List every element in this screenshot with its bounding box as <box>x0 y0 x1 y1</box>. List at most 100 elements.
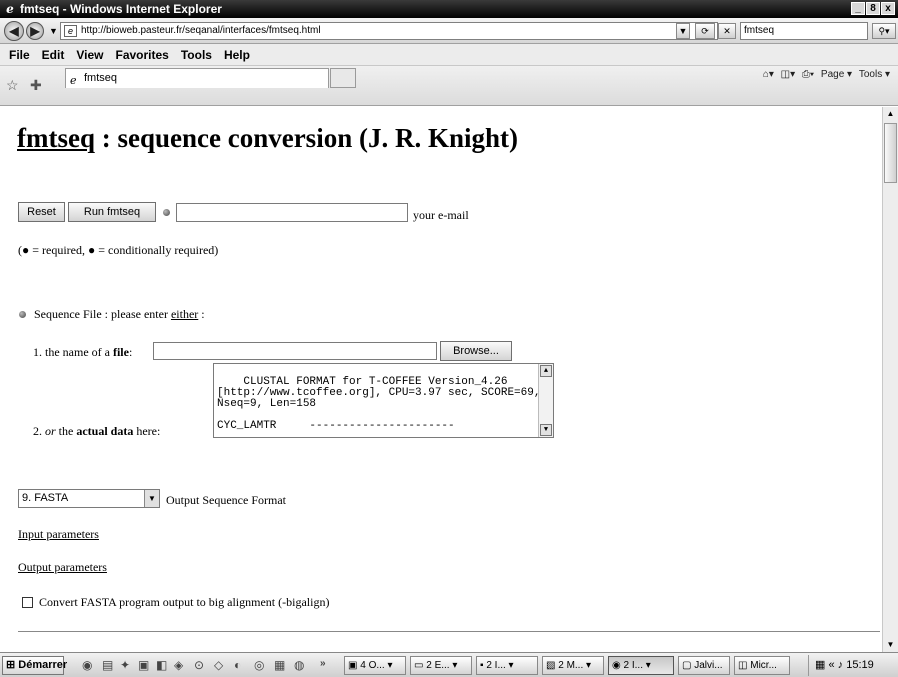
windows-logo-icon: ⊞ <box>6 659 16 671</box>
print-icon[interactable]: ⎙▾ <box>802 69 814 80</box>
fmtseq-title-link[interactable]: fmtseq <box>17 123 95 153</box>
data-item-num: 2. <box>33 424 45 438</box>
sequence-data-textarea[interactable]: CLUSTAL FORMAT for T-COFFEE Version_4.26… <box>213 363 554 438</box>
close-button[interactable]: x <box>881 2 895 15</box>
output-parameters-link[interactable]: Output parameters <box>18 560 107 575</box>
scroll-up-icon[interactable]: ▲ <box>883 107 898 121</box>
quicklaunch-app5-icon[interactable]: ◇ <box>214 658 223 672</box>
textarea-text: CLUSTAL FORMAT for T-COFFEE Version_4.26… <box>217 376 541 432</box>
new-tab-button[interactable] <box>330 68 356 88</box>
email-label: your e-mail <box>413 208 469 222</box>
language-icon[interactable]: ▦ <box>815 659 825 671</box>
data-item-suffix: here: <box>133 424 161 438</box>
quicklaunch-ie-icon[interactable]: ◉ <box>82 658 92 672</box>
task-ie[interactable]: ◉ 2 I... ▾ <box>608 656 674 675</box>
quicklaunch-app3-icon[interactable]: ◈ <box>174 658 183 672</box>
file-input[interactable] <box>153 342 437 360</box>
address-dropdown-icon[interactable]: ▼ <box>676 23 690 39</box>
data-item-label: 2. or the actual data here: <box>33 424 160 439</box>
forward-button[interactable]: ▶ <box>26 22 44 40</box>
quicklaunch-doc-icon[interactable]: ▤ <box>102 658 113 672</box>
tab-ie-icon: e <box>70 74 77 87</box>
bigalign-checkbox[interactable] <box>22 597 33 608</box>
start-button[interactable]: ⊞ Démarrer <box>2 656 67 675</box>
maximize-button[interactable]: 8 <box>866 2 880 15</box>
menu-bar: File Edit View Favorites Tools Help <box>0 44 898 66</box>
search-input[interactable]: fmtseq <box>740 22 868 40</box>
page-icon: e <box>64 25 77 37</box>
menu-favorites[interactable]: Favorites <box>109 48 174 62</box>
stop-icon[interactable]: ✕ <box>718 23 736 39</box>
bigalign-label: Convert FASTA program output to big alig… <box>39 595 330 609</box>
menu-view[interactable]: View <box>70 48 109 62</box>
data-item-mid: the <box>55 424 77 438</box>
either-link[interactable]: either <box>171 307 198 321</box>
task-microsoft[interactable]: ◫ Micr... <box>734 656 790 675</box>
email-input[interactable] <box>176 203 408 222</box>
menu-tools[interactable]: Tools <box>175 48 218 62</box>
textarea-scroll-down-icon[interactable]: ▼ <box>540 424 552 436</box>
quicklaunch-app7-icon[interactable]: ◎ <box>254 658 264 672</box>
output-format-value: 9. FASTA <box>22 492 69 504</box>
required-legend: (● = required, ● = conditionally require… <box>18 243 219 257</box>
task-explorer[interactable]: ▭ 2 E... ▾ <box>410 656 472 675</box>
input-parameters-link[interactable]: Input parameters <box>18 527 99 542</box>
home-icon[interactable]: ⌂▾ <box>763 69 774 80</box>
back-button[interactable]: ◀ <box>4 21 24 41</box>
add-favorites-icon[interactable]: ✚ <box>30 77 42 94</box>
file-item-suffix: : <box>128 345 133 359</box>
volume-icon[interactable]: ♪ <box>838 659 844 671</box>
run-fmtseq-button[interactable]: Run fmtseq <box>68 202 156 222</box>
menu-help[interactable]: Help <box>218 48 256 62</box>
task-cmd[interactable]: ▪ 2 I... ▾ <box>476 656 538 675</box>
task-label: 4 O... <box>360 660 385 671</box>
output-format-select[interactable]: 9. FASTA ▼ <box>18 489 160 508</box>
quicklaunch-app8-icon[interactable]: ▦ <box>274 658 285 672</box>
taskbar: ⊞ Démarrer ◉ ▤ ✦ ▣ ◧ ◈ ⊙ ◇ ◐ ◎ ▦ ◍ » ▣ 4… <box>0 652 898 677</box>
task-label: 2 I... <box>623 660 643 671</box>
quicklaunch-app9-icon[interactable]: ◍ <box>294 658 304 672</box>
tab-command-bar: ☆ ✚ e fmtseq ⌂▾ ◫▾ ⎙▾ Page ▾ Tools ▾ <box>0 66 898 106</box>
quicklaunch-app2-icon[interactable]: ◧ <box>156 658 167 672</box>
textarea-scroll-up-icon[interactable]: ▲ <box>540 365 552 377</box>
command-bar: ⌂▾ ◫▾ ⎙▾ Page ▾ Tools ▾ <box>759 69 890 80</box>
window-title: fmtseq - Windows Internet Explorer <box>20 2 222 16</box>
scroll-thumb[interactable] <box>884 123 897 183</box>
system-tray: ▦ « ♪ 15:19 <box>808 655 898 676</box>
minimize-button[interactable]: _ <box>851 2 865 15</box>
chevron-down-icon[interactable]: ▼ <box>144 490 159 507</box>
favorites-star-icon[interactable]: ☆ <box>6 77 19 94</box>
quicklaunch-word-icon[interactable]: ▣ <box>138 658 149 672</box>
scroll-down-icon[interactable]: ▼ <box>883 638 898 652</box>
feeds-icon[interactable]: ◫▾ <box>781 69 795 80</box>
task-label: Micr... <box>750 660 777 671</box>
file-item-label: 1. the name of a file: <box>33 345 132 360</box>
tools-menu[interactable]: Tools ▾ <box>859 69 890 80</box>
quicklaunch-app4-icon[interactable]: ⊙ <box>194 658 204 672</box>
history-dropdown-icon[interactable]: ▼ <box>49 26 58 36</box>
task-label: Jalvi... <box>694 660 723 671</box>
textarea-scrollbar[interactable]: ▲ ▼ <box>538 364 553 437</box>
quicklaunch-app6-icon[interactable]: ◐ <box>234 658 241 672</box>
search-icon[interactable]: ⚲▾ <box>872 23 896 39</box>
menu-file[interactable]: File <box>3 48 36 62</box>
expand-tray-icon[interactable]: « <box>828 659 834 671</box>
page-scrollbar[interactable]: ▲ ▼ <box>882 107 898 652</box>
task-label: 2 M... <box>558 660 584 671</box>
ie-icon: e <box>6 2 14 16</box>
menu-edit[interactable]: Edit <box>36 48 71 62</box>
page-menu[interactable]: Page ▾ <box>821 69 852 80</box>
file-item-prefix: 1. the name of a <box>33 345 113 359</box>
quicklaunch-app-icon[interactable]: ✦ <box>120 658 130 672</box>
reset-button[interactable]: Reset <box>18 202 65 222</box>
task-outlook[interactable]: ▣ 4 O... ▾ <box>344 656 406 675</box>
address-input[interactable]: e http://bioweb.pasteur.fr/seqanal/inter… <box>60 22 718 40</box>
task-label: 2 I... <box>486 660 506 671</box>
refresh-icon[interactable]: ⟳ <box>695 23 715 39</box>
tab-fmtseq[interactable]: e fmtseq <box>65 68 329 88</box>
task-jalview[interactable]: ▢ Jalvi... <box>678 656 730 675</box>
quicklaunch-more-icon[interactable]: » <box>320 658 326 669</box>
task-word[interactable]: ▧ 2 M... ▾ <box>542 656 604 675</box>
url-text: http://bioweb.pasteur.fr/seqanal/interfa… <box>81 25 321 36</box>
browse-button[interactable]: Browse... <box>440 341 512 361</box>
